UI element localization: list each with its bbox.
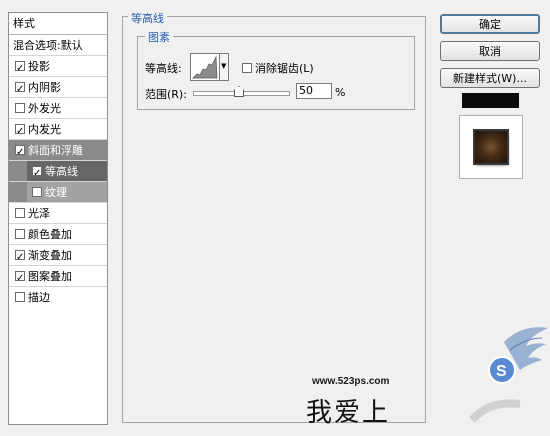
anti-alias-label: 消除锯齿(L) — [255, 62, 314, 75]
range-input[interactable] — [296, 83, 332, 99]
style-item-label: 描边 — [28, 291, 50, 304]
sub-item-indent — [9, 182, 27, 203]
style-item-contour[interactable]: 等高线 — [27, 161, 107, 184]
anti-alias-checkbox[interactable] — [242, 63, 252, 73]
style-item-label: 光泽 — [28, 207, 50, 220]
style-item-texture[interactable]: 纹理 — [27, 182, 107, 203]
triangle-down-icon: ▼ — [221, 62, 227, 70]
preview-swatch — [462, 93, 519, 108]
checkbox[interactable] — [15, 142, 25, 163]
checkbox[interactable] — [15, 268, 25, 289]
checkbox[interactable] — [15, 121, 25, 142]
style-item-label: 等高线 — [45, 165, 78, 178]
checkbox[interactable] — [15, 58, 25, 79]
checkbox[interactable] — [15, 292, 25, 302]
style-item-pattern-overlay[interactable]: 图案叠加 — [9, 266, 107, 289]
svg-text:S: S — [496, 363, 507, 380]
checkbox[interactable] — [32, 187, 42, 197]
style-item-drop-shadow[interactable]: 投影 — [9, 56, 107, 79]
style-item-bevel-emboss[interactable]: 斜面和浮雕 — [9, 140, 107, 163]
style-item-label: 外发光 — [28, 102, 61, 115]
style-item-label: 斜面和浮雕 — [28, 144, 83, 157]
style-item-color-overlay[interactable]: 颜色叠加 — [9, 224, 107, 245]
style-list: 样式 混合选项:默认 投影 内阴影 外发光 内发光 斜面和浮雕 等高线 纹理 光… — [8, 12, 108, 425]
cancel-button[interactable]: 取消 — [440, 41, 540, 61]
style-item-label: 混合选项:默认 — [13, 39, 83, 52]
new-style-button[interactable]: 新建样式(W)... — [440, 68, 540, 88]
style-item-label: 渐变叠加 — [28, 249, 72, 262]
style-item-satin[interactable]: 光泽 — [9, 203, 107, 224]
ok-button[interactable]: 确定 — [440, 14, 540, 34]
style-list-header: 样式 — [9, 13, 107, 35]
style-item-label: 图案叠加 — [28, 270, 72, 283]
contour-curve-icon — [192, 55, 218, 79]
style-item-gradient-overlay[interactable]: 渐变叠加 — [9, 245, 107, 268]
range-unit: % — [335, 86, 346, 99]
watermark-url: www.523ps.com — [312, 376, 390, 387]
contour-label: 等高线: — [145, 62, 182, 75]
sub-item-indent — [9, 161, 27, 182]
style-item-label: 内阴影 — [28, 81, 61, 94]
section-title: 等高线 — [128, 10, 167, 26]
anti-alias-option[interactable]: 消除锯齿(L) — [242, 60, 314, 76]
style-item-label: 投影 — [28, 60, 50, 73]
style-item-label: 纹理 — [45, 186, 67, 199]
watermark-text: 我爱上 — [306, 398, 391, 428]
checkbox[interactable] — [32, 163, 42, 184]
checkbox[interactable] — [15, 229, 25, 239]
preview-thumbnail — [475, 131, 507, 163]
style-item-label: 内发光 — [28, 123, 61, 136]
style-item-outer-glow[interactable]: 外发光 — [9, 98, 107, 119]
contour-picker[interactable] — [190, 53, 220, 81]
range-label: 范围(R): — [145, 88, 187, 101]
group-title: 图素 — [145, 29, 173, 45]
style-item-inner-glow[interactable]: 内发光 — [9, 119, 107, 142]
contour-dropdown-button[interactable]: ▼ — [219, 53, 229, 81]
style-item-stroke[interactable]: 描边 — [9, 287, 107, 308]
watermark-logo-icon: S — [470, 327, 548, 423]
checkbox[interactable] — [15, 103, 25, 113]
checkbox[interactable] — [15, 208, 25, 218]
style-item-label: 颜色叠加 — [28, 228, 72, 241]
checkbox[interactable] — [15, 79, 25, 100]
style-item-inner-shadow[interactable]: 内阴影 — [9, 77, 107, 100]
style-item-blending-options[interactable]: 混合选项:默认 — [9, 35, 107, 56]
checkbox[interactable] — [15, 247, 25, 268]
style-preview — [459, 115, 523, 179]
